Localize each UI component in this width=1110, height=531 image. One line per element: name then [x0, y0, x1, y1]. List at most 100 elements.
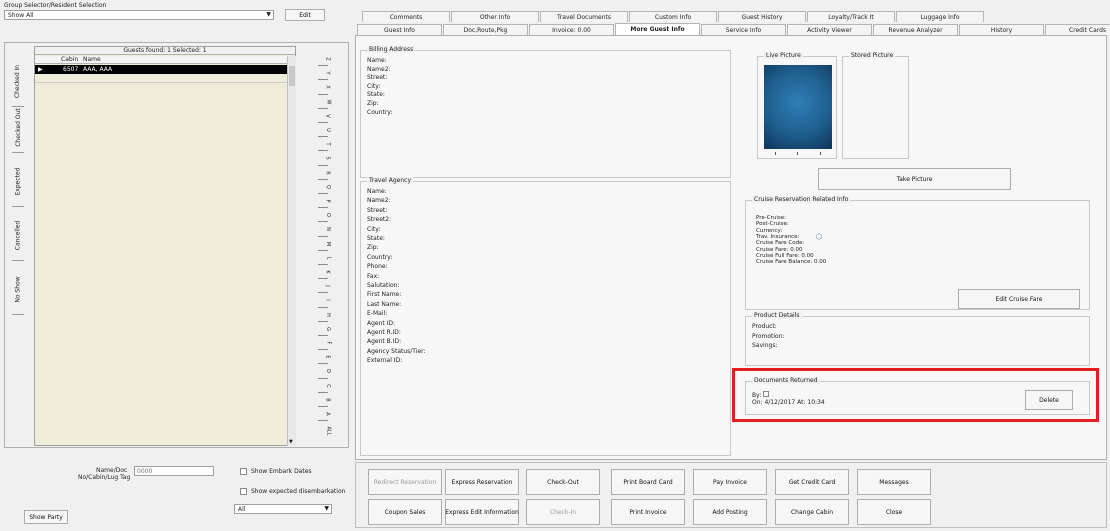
alpha-tab-x[interactable]: X — [316, 80, 340, 94]
status-tab-no-show[interactable]: No Show — [8, 266, 28, 312]
filter-combo[interactable]: All ▼ — [234, 504, 332, 514]
scroll-down-icon[interactable]: ▼ — [289, 439, 293, 445]
cruise-info-title: Cruise Reservation Related Info — [752, 196, 851, 203]
alpha-tab-z[interactable]: Z — [316, 52, 340, 66]
status-tab-divider — [12, 152, 24, 153]
guests-found-text: Guests found: 1 Selected: 1 — [123, 47, 207, 54]
tab-doc-route-pkg[interactable]: Doc,Route,Pkg — [443, 24, 528, 35]
alpha-tab-k[interactable]: K — [316, 265, 340, 279]
action-redirect-reservation-button[interactable]: Redirect Reservation — [368, 469, 442, 495]
action-check-out-button[interactable]: Check-Out — [526, 469, 600, 495]
tab-loyalty-track-it[interactable]: Loyalty/Track It — [807, 11, 895, 22]
action-print-board-card-button[interactable]: Print Board Card — [611, 469, 685, 495]
tab-credit-cards[interactable]: Credit Cards — [1045, 24, 1110, 35]
search-input[interactable] — [134, 466, 214, 476]
documents-returned-checkbox[interactable] — [763, 391, 769, 397]
search-label-2: No/Cabin/Lug Tag — [78, 474, 131, 481]
status-tab-checked-in[interactable]: Checked In — [8, 58, 28, 104]
alpha-tab-h[interactable]: H — [316, 308, 340, 322]
alpha-tab-label: G — [325, 326, 331, 331]
take-picture-button[interactable]: Take Picture — [818, 168, 1011, 190]
agency-label-salutation: Salutation: — [367, 282, 400, 289]
alpha-tab-n[interactable]: N — [316, 222, 340, 236]
action-change-cabin-button[interactable]: Change Cabin — [775, 499, 849, 525]
action-coupon-sales-button[interactable]: Coupon Sales — [368, 499, 442, 525]
tab-history[interactable]: History — [959, 24, 1044, 35]
grid-scrollbar[interactable]: ▼ — [287, 56, 296, 446]
alpha-tab-label: J — [324, 285, 331, 288]
alpha-tab-o[interactable]: O — [316, 208, 340, 222]
alpha-tab-e[interactable]: E — [316, 350, 340, 364]
tab-guest-info[interactable]: Guest Info — [357, 24, 442, 35]
action-express-reservation-button[interactable]: Express Reservation — [445, 469, 519, 495]
action-check-in-button[interactable]: Check-In — [526, 499, 600, 525]
tab-travel-documents[interactable]: Travel Documents — [540, 11, 628, 22]
status-tab-checked-out[interactable]: Checked Out — [8, 104, 28, 150]
status-tab-divider — [12, 260, 24, 261]
action-add-posting-button[interactable]: Add Posting — [693, 499, 767, 525]
alpha-tab-a[interactable]: A — [316, 407, 340, 421]
show-party-button[interactable]: Show Party — [24, 510, 68, 524]
tab-luggage-info[interactable]: Luggage Info — [896, 11, 984, 22]
alpha-tab-f[interactable]: F — [316, 336, 340, 350]
alpha-tab-d[interactable]: D — [316, 364, 340, 378]
group-selector-label: Group Selector/Resident Selection — [4, 2, 107, 9]
tab-service-info[interactable]: Service Info — [701, 24, 786, 35]
alpha-tab-c[interactable]: C — [316, 379, 340, 393]
alpha-tab-t[interactable]: T — [316, 137, 340, 151]
action-messages-button[interactable]: Messages — [857, 469, 931, 495]
tab-invoice-0-00[interactable]: Invoice: 0.00 — [529, 24, 614, 35]
status-tab-cancelled[interactable]: Cancelled — [8, 212, 28, 258]
alpha-tab-y[interactable]: Y — [316, 66, 340, 80]
alpha-tab-q[interactable]: Q — [316, 180, 340, 194]
tab-activity-viewer[interactable]: Activity Viewer — [787, 24, 872, 35]
agency-label-name2: Name2: — [367, 197, 391, 205]
tab-comments[interactable]: Comments — [362, 11, 450, 22]
tab-revenue-analyzer[interactable]: Revenue Analyzer — [873, 24, 958, 35]
tab-more-guest-info[interactable]: More Guest Info — [615, 23, 700, 35]
alpha-tab-l[interactable]: L — [316, 251, 340, 265]
column-cabin[interactable]: Cabin — [61, 56, 78, 64]
alpha-tab-b[interactable]: B — [316, 393, 340, 407]
alpha-tab-label: Z — [325, 57, 331, 61]
alpha-tab-label: H — [324, 312, 331, 317]
alpha-tab-v[interactable]: V — [316, 109, 340, 123]
alpha-tab-j[interactable]: J — [316, 279, 340, 293]
scrollbar-thumb[interactable] — [289, 66, 295, 86]
show-embark-dates-checkbox[interactable] — [240, 468, 247, 475]
action-print-invoice-button[interactable]: Print Invoice — [611, 499, 685, 525]
show-expected-disembarkation-checkbox[interactable] — [240, 488, 247, 495]
billing-label-city: City: — [367, 82, 381, 90]
status-tab-expected[interactable]: Expected — [8, 158, 28, 204]
table-row[interactable]: ▶ 6507 AAA, AAA — [35, 65, 287, 74]
alpha-tab-label: W — [324, 99, 331, 105]
alpha-tab-i[interactable]: I — [316, 293, 340, 307]
agency-label-street2: Street2: — [367, 216, 392, 224]
delete-button[interactable]: Delete — [1025, 390, 1073, 410]
group-selector-combo[interactable]: Show All ▼ — [4, 10, 274, 20]
action-pay-invoice-button[interactable]: Pay Invoice — [693, 469, 767, 495]
guest-grid: Guests found: 1 Selected: 1 Cabin Name ▶… — [34, 46, 296, 446]
cruise-line: Cruise Fare Code: — [756, 240, 805, 247]
tab-other-info[interactable]: Other Info — [451, 11, 539, 22]
edit-button[interactable]: Edit — [285, 9, 325, 21]
edit-cruise-fare-button[interactable]: Edit Cruise Fare — [958, 289, 1080, 309]
row-cabin: 6507 — [63, 66, 79, 73]
action-express-edit-information-button[interactable]: Express Edit Information — [445, 499, 519, 525]
alpha-tab-label: U — [324, 128, 331, 132]
column-name[interactable]: Name — [83, 56, 101, 64]
alpha-tab-r[interactable]: R — [316, 166, 340, 180]
alpha-tab-g[interactable]: G — [316, 322, 340, 336]
stored-picture-group: Stored Picture — [842, 52, 909, 159]
tab-custom-info[interactable]: Custom Info — [629, 11, 717, 22]
alpha-tab-all[interactable]: ALL — [316, 421, 340, 441]
alpha-tab-s[interactable]: S — [316, 151, 340, 165]
agency-label-country: Country: — [367, 253, 393, 261]
alpha-tab-w[interactable]: W — [316, 95, 340, 109]
action-close-button[interactable]: Close — [857, 499, 931, 525]
alpha-tab-p[interactable]: P — [316, 194, 340, 208]
tab-guest-history[interactable]: Guest History — [718, 11, 806, 22]
alpha-tab-m[interactable]: M — [316, 237, 340, 251]
alpha-tab-u[interactable]: U — [316, 123, 340, 137]
action-get-credit-card-button[interactable]: Get Credit Card — [775, 469, 849, 495]
